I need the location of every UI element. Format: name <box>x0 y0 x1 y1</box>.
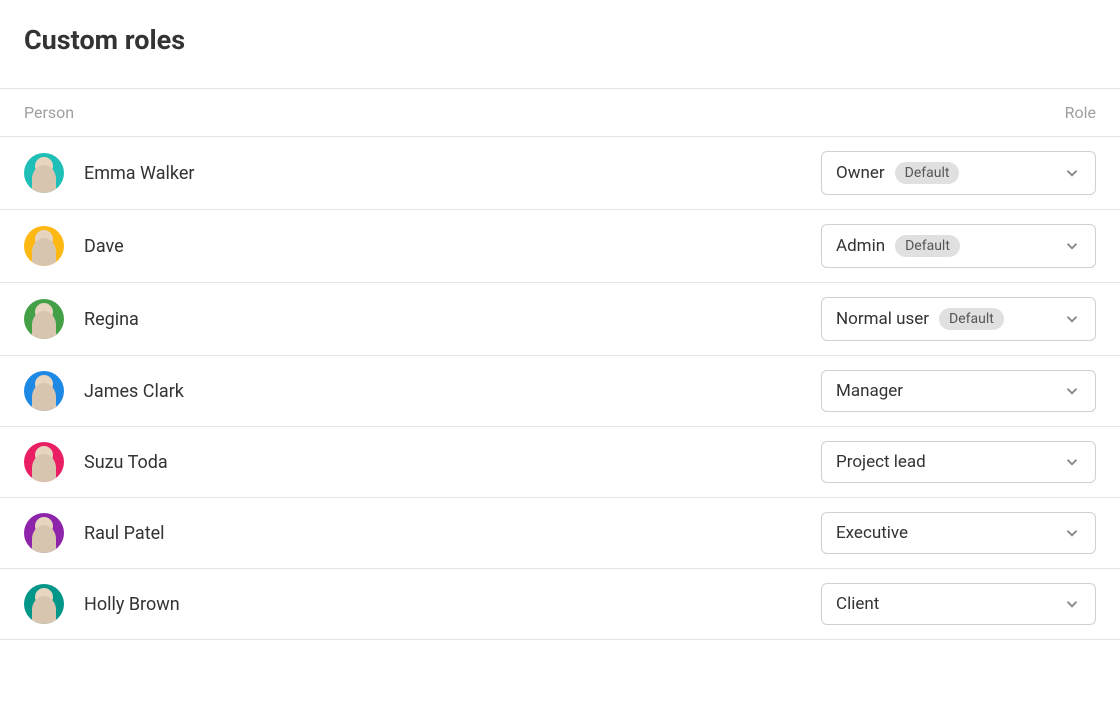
avatar <box>24 584 64 624</box>
avatar <box>24 513 64 553</box>
person-name: Regina <box>84 309 139 330</box>
person-cell: James Clark <box>24 371 184 411</box>
table-row-5: Raul Patel Executive <box>0 498 1120 569</box>
person-name: Suzu Toda <box>84 452 168 473</box>
role-label: Project lead <box>836 452 926 472</box>
person-cell: Regina <box>24 299 139 339</box>
person-cell: Holly Brown <box>24 584 180 624</box>
chevron-down-icon <box>1063 453 1081 471</box>
person-name: Dave <box>84 236 124 257</box>
role-select[interactable]: Client <box>821 583 1096 625</box>
chevron-down-icon <box>1063 524 1081 542</box>
chevron-down-icon <box>1063 164 1081 182</box>
avatar <box>24 442 64 482</box>
role-label: Normal user <box>836 309 929 329</box>
role-label: Client <box>836 594 879 614</box>
default-badge: Default <box>895 162 960 184</box>
person-name: Emma Walker <box>84 163 195 184</box>
table-row-0: Emma Walker Owner Default <box>0 137 1120 210</box>
chevron-down-icon <box>1063 310 1081 328</box>
person-cell: Dave <box>24 226 124 266</box>
person-name: Holly Brown <box>84 594 180 615</box>
role-select[interactable]: Admin Default <box>821 224 1096 268</box>
table-row-3: James Clark Manager <box>0 356 1120 427</box>
avatar <box>24 371 64 411</box>
role-select[interactable]: Executive <box>821 512 1096 554</box>
chevron-down-icon <box>1063 237 1081 255</box>
role-label: Admin <box>836 236 885 256</box>
person-cell: Emma Walker <box>24 153 195 193</box>
default-badge: Default <box>939 308 1004 330</box>
avatar <box>24 299 64 339</box>
page-title: Custom roles <box>24 24 1096 56</box>
role-select[interactable]: Owner Default <box>821 151 1096 195</box>
role-select[interactable]: Manager <box>821 370 1096 412</box>
table-row-4: Suzu Toda Project lead <box>0 427 1120 498</box>
table-row-1: Dave Admin Default <box>0 210 1120 283</box>
table-row-6: Holly Brown Client <box>0 569 1120 640</box>
role-label: Owner <box>836 163 885 183</box>
role-label: Manager <box>836 381 903 401</box>
role-select[interactable]: Project lead <box>821 441 1096 483</box>
column-person-label: Person <box>24 103 74 122</box>
table-header: Person Role <box>0 88 1120 137</box>
table-row-2: Regina Normal user Default <box>0 283 1120 356</box>
person-cell: Raul Patel <box>24 513 165 553</box>
person-cell: Suzu Toda <box>24 442 168 482</box>
column-role-label: Role <box>1065 103 1096 122</box>
person-name: James Clark <box>84 381 184 402</box>
chevron-down-icon <box>1063 382 1081 400</box>
avatar <box>24 153 64 193</box>
role-label: Executive <box>836 523 908 543</box>
chevron-down-icon <box>1063 595 1081 613</box>
default-badge: Default <box>895 235 960 257</box>
person-name: Raul Patel <box>84 523 165 544</box>
avatar <box>24 226 64 266</box>
role-select[interactable]: Normal user Default <box>821 297 1096 341</box>
